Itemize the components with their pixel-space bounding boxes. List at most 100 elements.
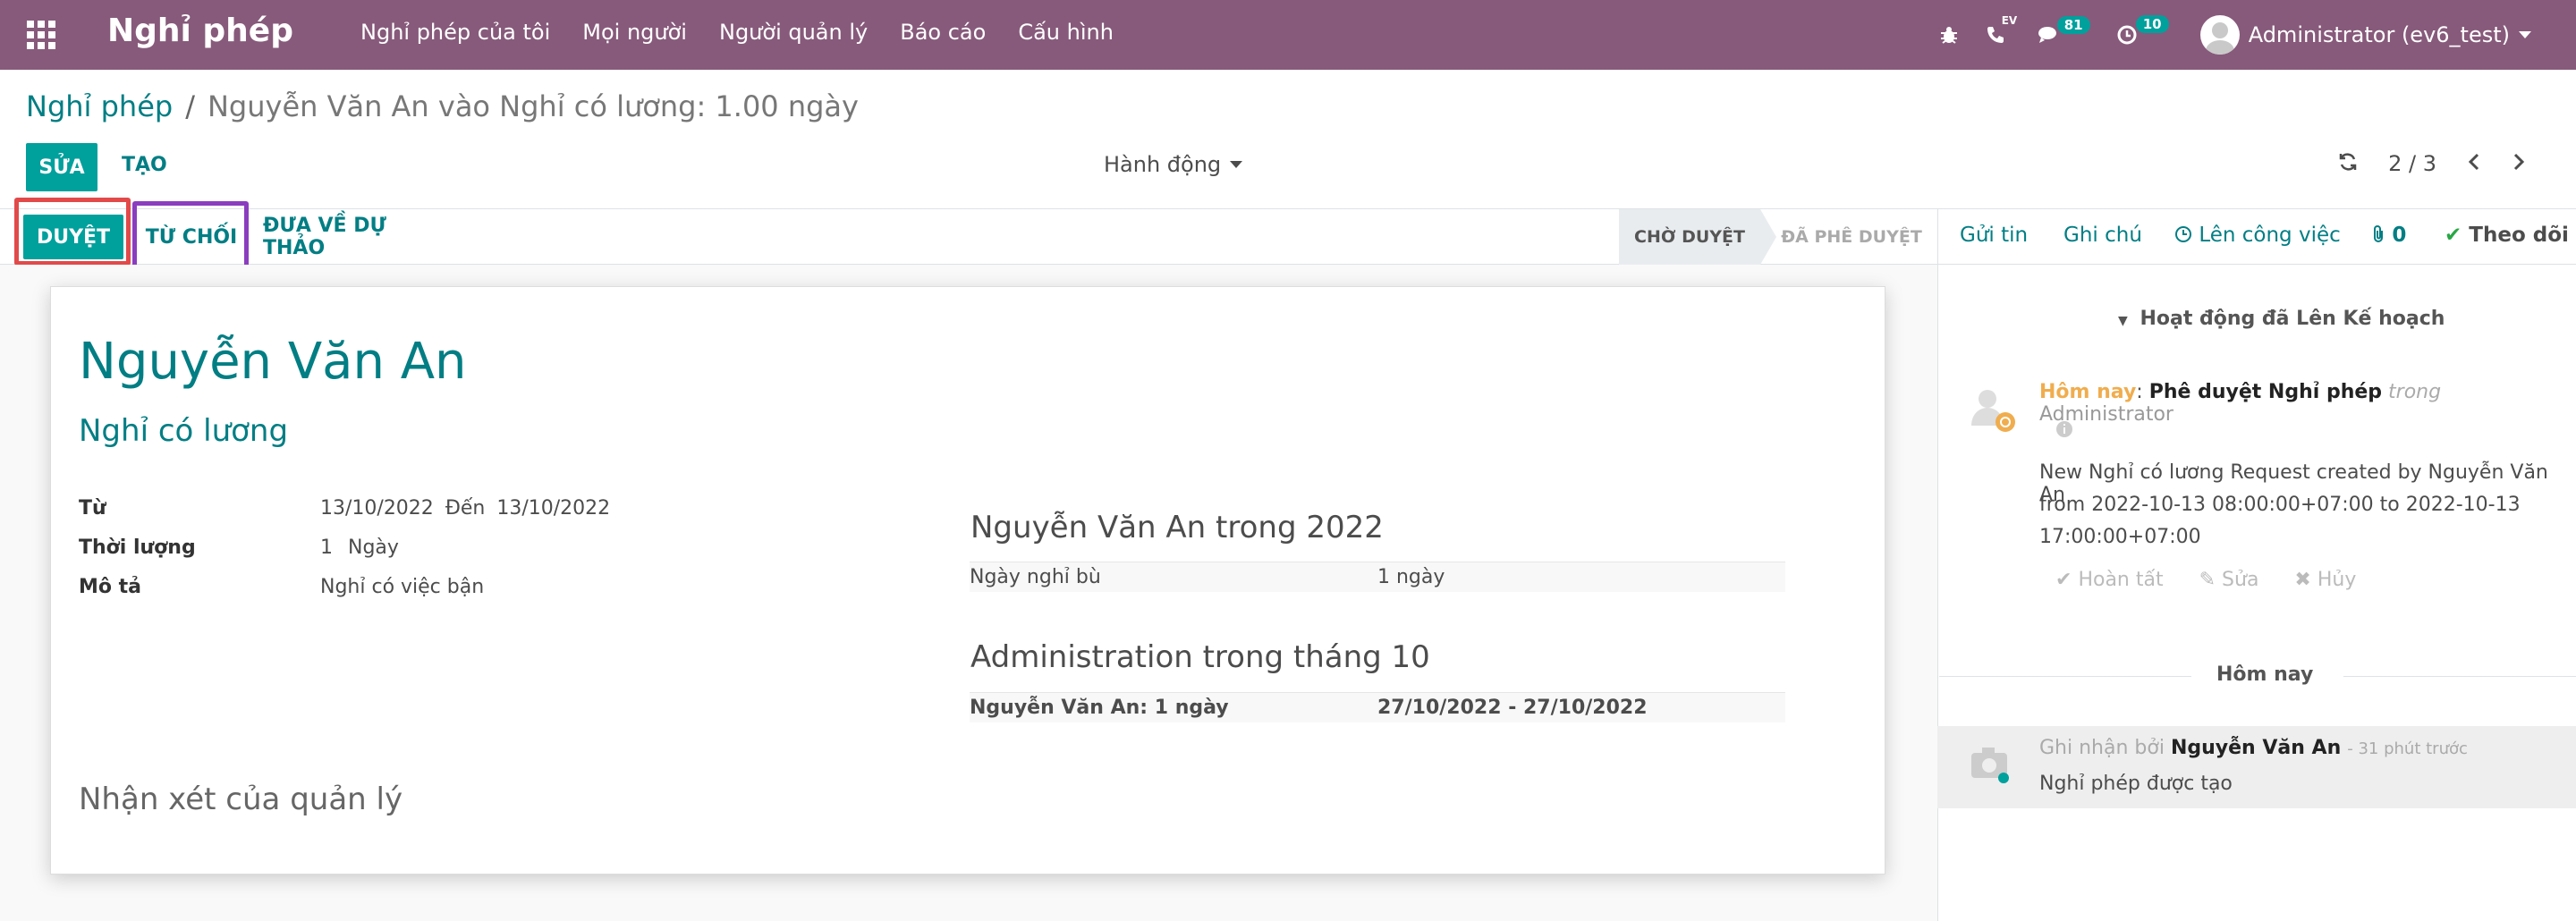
stage-arrow — [1760, 209, 1776, 265]
duration-field: 1 Ngày — [320, 537, 399, 559]
breadcrumb-current: Nguyễn Văn An vào Nghỉ có lương: 1.00 ng… — [207, 89, 859, 123]
to-date: 13/10/2022 — [496, 497, 611, 520]
edit-activity-label: Sửa — [2222, 569, 2259, 591]
pager-value[interactable]: 2 / 3 — [2388, 151, 2436, 176]
attachments-count: 0 — [2392, 224, 2407, 247]
activity-header: Hôm nay: Phê duyệt Nghỉ phép trong Admin… — [2039, 381, 2576, 426]
top-navbar: Nghỉ phép Nghỉ phép của tôi Mọi người Ng… — [0, 0, 2576, 70]
mark-done-button[interactable]: ✔ Hoàn tất — [2055, 569, 2164, 591]
activity-actions: ✔ Hoàn tất ✎ Sửa ✖ Hủy — [2055, 569, 2356, 591]
phone-icon[interactable]: EV — [1986, 14, 2017, 45]
menu-item-reporting[interactable]: Báo cáo — [900, 20, 986, 45]
mark-done-label: Hoàn tất — [2078, 569, 2164, 591]
activity-note-line-3: 17:00:00+07:00 — [2039, 526, 2201, 548]
activity-user-avatar — [1968, 386, 2018, 436]
action-label: Hành động — [1104, 152, 1222, 177]
reset-to-draft-button[interactable]: ĐƯA VỀ DỰ THẢO — [263, 209, 433, 265]
apps-menu-icon[interactable] — [27, 21, 55, 49]
department-leave-label: Nguyễn Văn An: 1 ngày — [970, 697, 1229, 719]
to-label: Đến — [445, 497, 486, 520]
menu-item-configuration[interactable]: Cấu hình — [1018, 20, 1114, 45]
activity-date: Hôm nay — [2039, 381, 2137, 403]
main-menu: Nghỉ phép của tôi Mọi người Người quản l… — [360, 20, 1114, 45]
chevron-left-icon[interactable] — [2467, 148, 2481, 178]
menu-item-my-leaves[interactable]: Nghỉ phép của tôi — [360, 20, 550, 45]
follow-label: Theo dõi — [2469, 224, 2569, 247]
from-date: 13/10/2022 — [320, 497, 434, 520]
follow-button[interactable]: ✔ Theo dõi — [2445, 224, 2569, 247]
highlight-box-red — [14, 198, 131, 266]
department-leave-value: 27/10/2022 - 27/10/2022 — [1377, 697, 1648, 719]
duration-value: 1 — [320, 537, 333, 559]
planned-activities-title: Hoạt động đã Lên Kế hoạch — [2140, 308, 2445, 330]
duration-label: Thời lượng — [79, 537, 196, 559]
leave-type: Nghỉ có lương — [79, 413, 289, 449]
activity-in: trong — [2388, 381, 2442, 403]
action-dropdown[interactable]: Hành động — [1104, 152, 1243, 177]
activity-summary: Phê duyệt Nghỉ phép — [2148, 381, 2383, 403]
stage-to-approve: CHỜ DUYỆT — [1619, 209, 1760, 265]
stage-approved[interactable]: ĐÃ PHÊ DUYỆT — [1780, 209, 1923, 265]
activities-clock-icon[interactable]: 10 — [2116, 15, 2169, 46]
systray: EV 81 10 Administrator (ev6_test) — [1939, 0, 2576, 70]
ev-label: EV — [2001, 14, 2018, 27]
manager-note-title: Nhận xét của quản lý — [79, 782, 403, 817]
message-author-avatar — [1968, 742, 2018, 792]
control-panel: Nghỉ phép / Nguyễn Văn An vào Nghỉ có lư… — [0, 70, 2576, 209]
menu-item-everyone[interactable]: Mọi người — [582, 20, 687, 45]
user-name: Administrator (ev6_test) — [2248, 22, 2510, 47]
group-department-title: Administration trong tháng 10 — [970, 639, 1430, 675]
date-range: 13/10/2022 Đến 13/10/2022 — [320, 497, 610, 520]
description-label: Mô tả — [79, 576, 142, 598]
planned-activities-toggle[interactable]: ▼ Hoạt động đã Lên Kế hoạch — [2118, 308, 2445, 330]
divider-right — [2343, 676, 2576, 677]
group-allocation-title: Nguyễn Văn An trong 2022 — [970, 510, 1384, 545]
allocation-value: 1 ngày — [1377, 566, 1445, 588]
message-body: Nghỉ phép được tạo — [2039, 773, 2233, 795]
cancel-activity-button[interactable]: ✖ Hủy — [2294, 569, 2356, 591]
message-header: Ghi nhận bởi Nguyễn Văn An - 31 phút trư… — [2039, 737, 2468, 759]
activities-badge: 10 — [2135, 15, 2169, 33]
user-menu[interactable]: Administrator (ev6_test) — [2199, 15, 2531, 55]
refresh-icon[interactable] — [2338, 148, 2358, 178]
schedule-activity-label: Lên công việc — [2199, 224, 2341, 247]
breadcrumb-root[interactable]: Nghỉ phép — [26, 89, 173, 123]
chatter-topbar: Gửi tin Ghi chú Lên công việc 0 ✔ Theo d… — [1938, 209, 2576, 265]
schedule-activity-button[interactable]: Lên công việc — [2174, 224, 2341, 247]
chevron-down-icon — [2519, 31, 2531, 38]
attachments-button[interactable]: 0 — [2371, 224, 2406, 247]
duration-unit: Ngày — [348, 537, 399, 559]
check-icon: ✔ — [2445, 224, 2462, 247]
caret-down-icon — [1230, 161, 1243, 168]
info-icon[interactable] — [2055, 420, 2073, 442]
activity-colon: : — [2136, 381, 2143, 403]
app-brand[interactable]: Nghỉ phép — [107, 13, 293, 49]
breadcrumb: Nghỉ phép / Nguyễn Văn An vào Nghỉ có lư… — [26, 89, 859, 123]
avatar — [2199, 15, 2240, 55]
highlight-box-purple — [132, 201, 249, 269]
from-label: Từ — [79, 497, 106, 520]
log-note-button[interactable]: Ghi chú — [2063, 224, 2142, 247]
caret-down-icon: ▼ — [2118, 314, 2128, 328]
message-time: - 31 phút trước — [2347, 739, 2468, 758]
employee-name: Nguyễn Văn An — [79, 333, 467, 391]
message-prefix: Ghi nhận bởi — [2039, 737, 2165, 759]
create-button[interactable]: TẠO — [122, 154, 167, 176]
send-message-button[interactable]: Gửi tin — [1960, 224, 2028, 247]
group-department-row: Nguyễn Văn An: 1 ngày 27/10/2022 - 27/10… — [970, 692, 1785, 722]
chevron-right-icon[interactable] — [2512, 148, 2526, 178]
message-author[interactable]: Nguyễn Văn An — [2171, 737, 2341, 759]
group-allocation-row: Ngày nghỉ bù 1 ngày — [970, 562, 1785, 592]
paperclip-icon — [2374, 225, 2383, 242]
menu-item-manager[interactable]: Người quản lý — [719, 20, 868, 45]
breadcrumb-separator: / — [185, 89, 195, 123]
today-separator: Hôm nay — [2216, 663, 2314, 686]
allocation-label: Ngày nghỉ bù — [970, 566, 1101, 588]
edit-activity-button[interactable]: ✎ Sửa — [2199, 569, 2259, 591]
bug-icon[interactable] — [1939, 25, 1959, 45]
activity-note-line-2: from 2022-10-13 08:00:00+07:00 to 2022-1… — [2039, 494, 2521, 516]
messages-icon[interactable]: 81 — [2038, 16, 2090, 45]
edit-button[interactable]: SỬA — [26, 143, 97, 191]
clock-icon — [2175, 226, 2191, 242]
divider-left — [1939, 676, 2191, 677]
